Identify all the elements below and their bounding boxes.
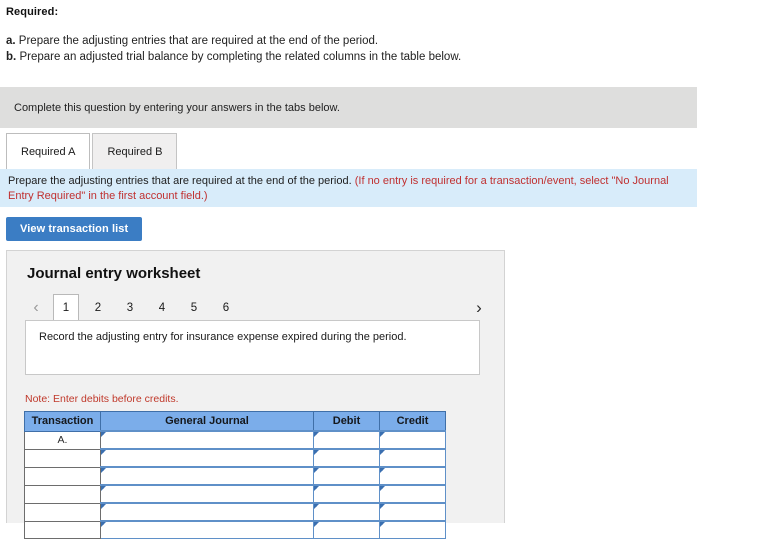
required-item-b-text: Prepare an adjusted trial balance by com… [19,51,462,63]
instruction-bar: Complete this question by entering your … [0,87,697,128]
cell-input-marker-icon [380,432,385,437]
pager-page-2[interactable]: 2 [85,294,111,321]
cell-input-marker-icon [101,468,106,473]
question-instruction-band: Prepare the adjusting entries that are r… [0,169,697,207]
tab-bar: Required A Required B [6,133,178,169]
cell-input-marker-icon [380,468,385,473]
cell-input-marker-icon [314,486,319,491]
chevron-right-icon[interactable]: › [468,297,490,319]
table-row [24,502,446,522]
cell-credit[interactable] [379,430,446,450]
cell-general-journal[interactable] [100,430,314,450]
pager-page-1[interactable]: 1 [53,294,79,321]
cell-input-marker-icon [314,468,319,473]
question-instruction-text: Prepare the adjusting entries that are r… [8,174,680,203]
required-heading: Required: [6,6,59,18]
cell-input-marker-icon [101,486,106,491]
cell-input-marker-icon [380,486,385,491]
required-item-b-label: b. [6,51,17,63]
pager-page-4[interactable]: 4 [149,294,175,321]
cell-transaction[interactable]: A. [24,430,101,450]
cell-transaction[interactable] [24,466,101,486]
cell-debit[interactable] [313,484,380,504]
cell-transaction[interactable] [24,484,101,504]
cell-debit[interactable] [313,466,380,486]
cell-general-journal[interactable] [100,448,314,468]
question-instruction-main: Prepare the adjusting entries that are r… [8,175,352,187]
required-item-b: b. Prepare an adjusted trial balance by … [6,49,706,65]
worksheet-prompt-box: Record the adjusting entry for insurance… [25,320,480,375]
required-item-a-label: a. [6,35,16,47]
cell-input-marker-icon [380,450,385,455]
cell-credit[interactable] [379,502,446,522]
tab-required-a-label: Required A [21,145,76,158]
worksheet-note: Note: Enter debits before credits. [25,393,179,405]
cell-input-marker-icon [314,450,319,455]
worksheet-prompt-text: Record the adjusting entry for insurance… [39,331,407,343]
pager-page-3[interactable]: 3 [117,294,143,321]
cell-general-journal[interactable] [100,466,314,486]
table-row [24,484,446,504]
cell-credit[interactable] [379,466,446,486]
view-transaction-list-button[interactable]: View transaction list [6,217,143,241]
pager-page-5[interactable]: 5 [181,294,207,321]
column-header-general-journal: General Journal [100,411,314,432]
cell-input-marker-icon [101,504,106,509]
column-header-transaction: Transaction [24,411,101,432]
required-item-a: a. Prepare the adjusting entries that ar… [6,33,706,49]
tab-required-b[interactable]: Required B [92,133,178,169]
cell-transaction[interactable] [24,448,101,468]
view-transaction-list-label: View transaction list [20,223,129,235]
journal-entry-table: Transaction General Journal Debit Credit… [24,411,446,539]
cell-input-marker-icon [101,432,106,437]
worksheet-pager: ‹ 1 2 3 4 5 6 › [25,294,490,321]
table-row [24,520,446,539]
cell-general-journal[interactable] [100,484,314,504]
cell-general-journal[interactable] [100,520,314,539]
cell-input-marker-icon [314,432,319,437]
required-items: a. Prepare the adjusting entries that ar… [6,33,706,65]
cell-input-marker-icon [314,504,319,509]
required-item-a-text: Prepare the adjusting entries that are r… [18,35,379,47]
pager-page-6[interactable]: 6 [213,294,239,321]
tab-required-a[interactable]: Required A [6,133,91,169]
cell-input-marker-icon [101,450,106,455]
chevron-left-icon[interactable]: ‹ [25,297,47,319]
instruction-bar-text: Complete this question by entering your … [14,102,340,114]
column-header-debit: Debit [313,411,380,432]
cell-debit[interactable] [313,448,380,468]
table-header-row: Transaction General Journal Debit Credit [24,411,446,432]
cell-transaction[interactable] [24,502,101,522]
journal-entry-worksheet-card: Journal entry worksheet ‹ 1 2 3 4 5 6 › … [6,250,505,539]
cell-debit[interactable] [313,502,380,522]
table-row: A. [24,430,446,450]
tab-required-b-label: Required B [107,145,163,158]
cell-transaction[interactable] [24,520,101,539]
cell-debit[interactable] [313,430,380,450]
cell-credit[interactable] [379,448,446,468]
cell-credit[interactable] [379,520,446,539]
column-header-credit: Credit [379,411,446,432]
cell-input-marker-icon [380,504,385,509]
cell-credit[interactable] [379,484,446,504]
table-row [24,448,446,468]
table-row [24,466,446,486]
cell-debit[interactable] [313,520,380,539]
worksheet-title: Journal entry worksheet [27,265,201,282]
cell-general-journal[interactable] [100,502,314,522]
